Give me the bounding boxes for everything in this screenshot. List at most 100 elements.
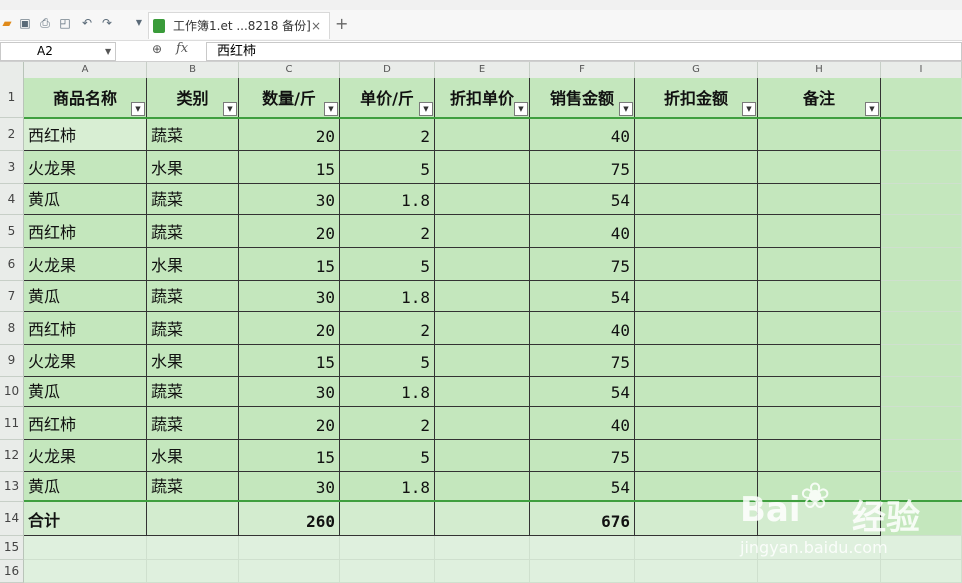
empty-cell[interactable] [758, 560, 881, 583]
table-cell[interactable] [435, 118, 530, 151]
table-cell[interactable]: 西红柿 [24, 312, 147, 345]
table-cell[interactable]: 40 [530, 215, 635, 248]
empty-cell[interactable] [881, 281, 962, 312]
header-cell[interactable]: 备注 ▼ [758, 78, 881, 118]
column-header-g[interactable]: G [635, 62, 758, 79]
table-cell[interactable] [758, 407, 881, 440]
row-header-15[interactable]: 15 [0, 536, 24, 560]
print-icon[interactable]: ⎙ [38, 16, 52, 30]
header-cell[interactable]: 单价/斤 ▼ [340, 78, 435, 118]
row-header-10[interactable]: 10 [0, 377, 24, 407]
table-cell[interactable] [435, 151, 530, 184]
empty-cell[interactable] [881, 248, 962, 281]
table-cell[interactable]: 蔬菜 [147, 312, 239, 345]
column-header-d[interactable]: D [340, 62, 435, 79]
column-header-a[interactable]: A [24, 62, 147, 79]
table-cell[interactable]: 5 [340, 248, 435, 281]
name-box[interactable]: A2 ▼ [0, 42, 116, 61]
filter-dropdown-icon[interactable]: ▼ [514, 102, 528, 116]
table-cell[interactable]: 54 [530, 281, 635, 312]
header-cell[interactable]: 销售金额 ▼ [530, 78, 635, 118]
table-cell[interactable] [635, 312, 758, 345]
select-all-corner[interactable] [0, 62, 24, 79]
table-cell[interactable]: 40 [530, 118, 635, 151]
table-cell[interactable] [635, 215, 758, 248]
table-cell[interactable] [635, 440, 758, 472]
chevron-down-icon[interactable]: ▼ [105, 43, 111, 60]
table-cell[interactable]: 蔬菜 [147, 184, 239, 215]
formula-input[interactable]: 西红柿 [206, 42, 962, 61]
table-cell[interactable]: 5 [340, 440, 435, 472]
empty-cell[interactable] [881, 377, 962, 407]
empty-cell[interactable] [881, 440, 962, 472]
row-header-1[interactable]: 1 [0, 78, 24, 118]
column-header-i[interactable]: I [881, 62, 962, 79]
table-cell[interactable]: 15 [239, 151, 340, 184]
tab-close-icon[interactable]: × [311, 13, 321, 39]
empty-cell[interactable] [435, 560, 530, 583]
empty-cell[interactable] [881, 78, 962, 118]
table-cell[interactable] [758, 118, 881, 151]
row-header-8[interactable]: 8 [0, 312, 24, 345]
empty-cell[interactable] [24, 536, 147, 560]
table-cell[interactable]: 蔬菜 [147, 215, 239, 248]
table-cell[interactable] [435, 440, 530, 472]
table-cell[interactable]: 20 [239, 407, 340, 440]
table-cell[interactable] [435, 312, 530, 345]
folder-open-icon[interactable]: ▰ [0, 16, 14, 30]
row-header-2[interactable]: 2 [0, 118, 24, 151]
table-cell[interactable]: 火龙果 [24, 345, 147, 377]
empty-cell[interactable] [881, 312, 962, 345]
header-cell[interactable]: 折扣金额 ▼ [635, 78, 758, 118]
filter-dropdown-icon[interactable]: ▼ [865, 102, 879, 116]
table-cell[interactable]: 15 [239, 248, 340, 281]
table-cell[interactable]: 75 [530, 151, 635, 184]
row-header-5[interactable]: 5 [0, 215, 24, 248]
table-cell[interactable]: 2 [340, 312, 435, 345]
table-cell[interactable]: 西红柿 [24, 118, 147, 151]
table-cell[interactable] [758, 215, 881, 248]
table-cell[interactable]: 1.8 [340, 281, 435, 312]
table-cell[interactable]: 20 [239, 215, 340, 248]
filter-dropdown-icon[interactable]: ▼ [324, 102, 338, 116]
column-header-h[interactable]: H [758, 62, 881, 79]
empty-cell[interactable] [881, 215, 962, 248]
table-cell[interactable]: 火龙果 [24, 248, 147, 281]
table-cell[interactable] [635, 345, 758, 377]
redo-icon[interactable]: ↷ [100, 16, 114, 30]
empty-cell[interactable] [881, 118, 962, 151]
row-header-4[interactable]: 4 [0, 184, 24, 215]
empty-cell[interactable] [239, 536, 340, 560]
table-cell[interactable]: 蔬菜 [147, 472, 239, 502]
tab-workbook[interactable]: 工作簿1.et ...8218 备份] × [148, 12, 330, 39]
table-cell[interactable]: 1.8 [340, 377, 435, 407]
zoom-icon[interactable]: ⊕ [152, 42, 162, 56]
table-cell[interactable]: 20 [239, 312, 340, 345]
table-cell[interactable]: 黄瓜 [24, 472, 147, 502]
table-cell[interactable] [758, 184, 881, 215]
empty-cell[interactable] [881, 407, 962, 440]
total-cell[interactable] [147, 502, 239, 536]
table-cell[interactable]: 5 [340, 151, 435, 184]
fx-icon[interactable]: fx [176, 41, 188, 56]
table-cell[interactable] [435, 345, 530, 377]
table-cell[interactable] [758, 345, 881, 377]
table-cell[interactable] [635, 151, 758, 184]
table-cell[interactable] [758, 151, 881, 184]
empty-cell[interactable] [340, 536, 435, 560]
table-cell[interactable]: 火龙果 [24, 151, 147, 184]
table-cell[interactable]: 水果 [147, 151, 239, 184]
table-cell[interactable]: 40 [530, 407, 635, 440]
empty-cell[interactable] [435, 536, 530, 560]
empty-cell[interactable] [881, 151, 962, 184]
row-header-14[interactable]: 14 [0, 502, 24, 536]
filter-dropdown-icon[interactable]: ▼ [419, 102, 433, 116]
table-cell[interactable] [435, 215, 530, 248]
table-cell[interactable] [435, 248, 530, 281]
table-cell[interactable]: 水果 [147, 440, 239, 472]
table-cell[interactable]: 40 [530, 312, 635, 345]
undo-icon[interactable]: ↶ [80, 16, 94, 30]
filter-dropdown-icon[interactable]: ▼ [131, 102, 145, 116]
empty-cell[interactable] [635, 560, 758, 583]
table-cell[interactable]: 30 [239, 184, 340, 215]
